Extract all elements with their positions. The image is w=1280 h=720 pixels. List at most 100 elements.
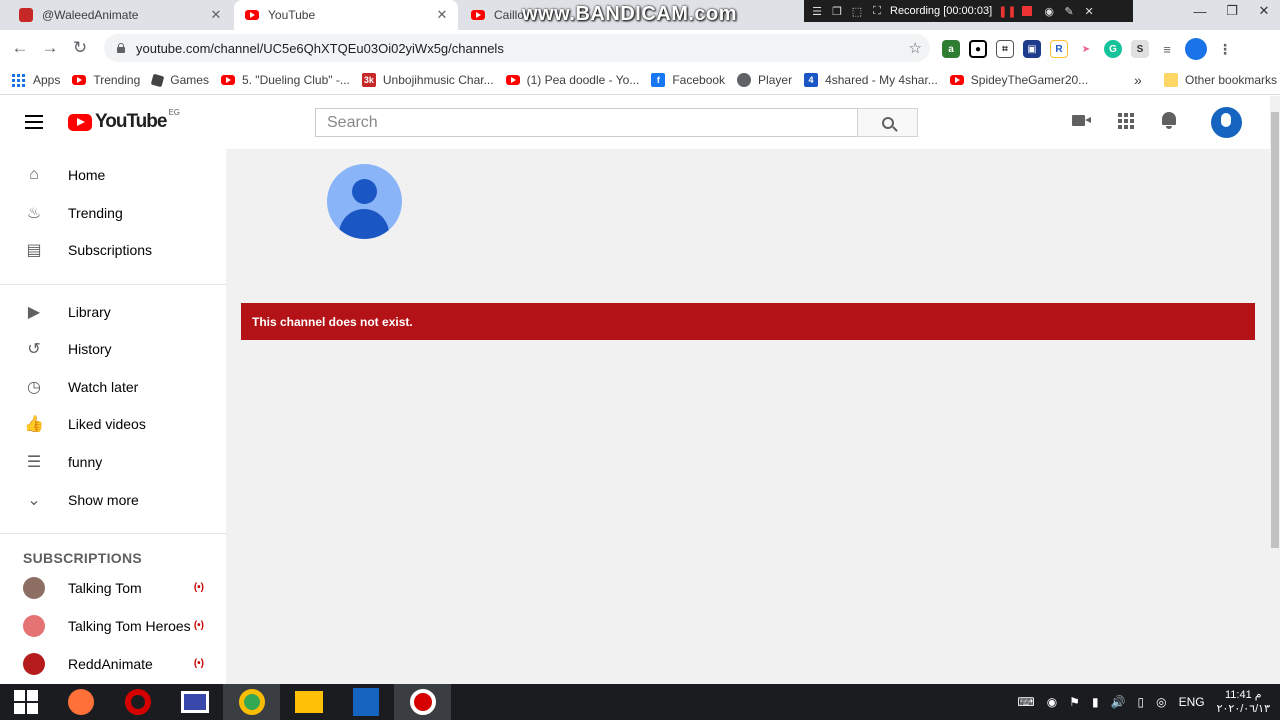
extension-a-icon[interactable]: a [942,40,960,58]
language-indicator[interactable]: ENG [1179,695,1205,709]
bookmark-facebook[interactable]: f Facebook [651,73,725,87]
screen-app-icon [180,691,209,713]
extension-screen-icon[interactable]: ▣ [1023,40,1041,58]
grammarly-icon[interactable]: G [1104,40,1122,58]
extension-crop-icon[interactable]: ⌗ [996,40,1014,58]
hamburger-menu-icon[interactable] [25,115,43,129]
volume-icon[interactable]: 🔊 [1111,695,1126,709]
sidebar-item-home[interactable]: ⌂ Home [0,156,226,193]
bookmarks-overflow-chevron[interactable]: » [1134,72,1142,88]
subscription-talking-tom[interactable]: Talking Tom (•) [0,569,226,606]
subscription-label: ReddAnimate [68,655,153,672]
taskbar-chrome[interactable] [223,684,280,720]
restore-icon[interactable]: ❐ [1216,0,1248,22]
bookmark-trending[interactable]: Trending [72,73,140,87]
lock-icon[interactable] [116,43,126,53]
scrollbar-thumb[interactable] [1271,112,1279,548]
sidebar-item-history[interactable]: ↺ History [0,330,226,367]
taskbar-file-explorer[interactable] [280,684,337,720]
close-tab-icon[interactable]: ✕ [208,7,224,23]
bookmark-spideythegamer[interactable]: SpideyTheGamer20... [949,73,1089,87]
taskbar-editor[interactable] [337,684,394,720]
search-button[interactable] [857,108,918,137]
taskbar-opera[interactable] [109,684,166,720]
extension-s-icon[interactable]: S [1131,40,1149,58]
bookmark-pea-doodle[interactable]: (1) Pea doodle - Yo... [505,73,639,87]
taskbar-screen-app[interactable] [166,684,223,720]
sidebar-item-trending[interactable]: ♨ Trending [0,194,226,231]
sidebar-item-subscriptions[interactable]: ▤ Subscriptions [0,231,226,268]
pause-icon[interactable]: ❚❚ [998,5,1016,18]
forward-arrow-icon[interactable]: → [35,33,65,63]
bookmark-other[interactable]: Other bookmarks [1164,73,1277,87]
profile-avatar[interactable] [1185,38,1207,60]
fullscreen-icon[interactable]: ⛶ [870,5,884,18]
chrome-tray-icon[interactable]: ◎ [1156,695,1166,709]
battery-icon[interactable]: ▯ [1138,695,1145,709]
account-avatar[interactable] [1211,107,1242,138]
search-input[interactable]: Search [315,108,857,137]
youtube-apps-icon[interactable] [1114,109,1136,131]
bandicam-watermark: www.BANDICAM.com [522,3,738,25]
3k-icon: 3k [361,73,376,87]
close-icon[interactable]: ✕ [1082,5,1096,18]
close-window-icon[interactable]: ✕ [1248,0,1280,22]
chrome-menu-icon[interactable]: ⋮ [1216,40,1234,58]
extension-r-icon[interactable]: R [1050,40,1068,58]
bookmark-unbojihmusic[interactable]: 3k Unbojihmusic Char... [361,73,494,87]
bookmark-4shared[interactable]: 4 4shared - My 4shar... [804,73,938,87]
home-icon: ⌂ [29,165,39,183]
sidebar-item-library[interactable]: ▶ Library [0,293,226,330]
window-icon[interactable]: ❐ [830,5,844,18]
channel-header [226,149,1270,289]
start-button[interactable] [0,684,52,720]
sidebar-item-show-more[interactable]: ⌄ Show more [0,481,226,518]
youtube-page: YouTube EG Search ⌂ Home ♨ Trending ▤ Su… [0,96,1270,684]
reload-icon[interactable]: ↻ [65,33,95,63]
extension-tag-icon[interactable]: ➤ [1077,40,1095,58]
sidebar-item-funny[interactable]: ☰ funny [0,443,226,480]
bookmark-apps[interactable]: Apps [12,73,60,87]
pencil-icon[interactable]: ✎ [1062,5,1076,18]
firefox-icon [67,689,94,715]
bookmark-games[interactable]: Games [151,73,209,87]
sidebar-item-watch-later[interactable]: ◷ Watch later [0,368,226,405]
region-icon[interactable]: ⬚ [850,5,864,18]
tab-caillou[interactable]: Caillou [460,0,530,30]
sidebar-item-label: Subscriptions [68,241,153,258]
keyboard-icon[interactable]: ⌨ [1017,695,1034,709]
taskbar-bandicam[interactable] [394,684,451,720]
subscriptions-icon: ▤ [26,241,42,259]
extension-glasses-icon[interactable]: ● [969,40,987,58]
minimize-icon[interactable]: — [1184,0,1216,22]
bookmark-dueling-club[interactable]: 5. "Dueling Club" -... [220,73,350,87]
clock[interactable]: 11:41 م ٢٠٢٠/٠٦/١٣ [1217,688,1270,716]
create-video-icon[interactable] [1070,109,1092,131]
menu-icon[interactable]: ☰ [810,5,824,18]
subscription-reddanimate[interactable]: ReddAnimate (•) [0,645,226,682]
search-icon [881,116,894,129]
address-bar[interactable]: youtube.com/channel/UC5e6QhXTQEu03Oi02yi… [104,34,930,62]
record-tray-icon[interactable]: ◉ [1047,695,1057,709]
camera-snapshot-icon[interactable]: ◉ [1042,5,1056,18]
notifications-bell-icon[interactable] [1158,109,1180,131]
tab-waleedanimate[interactable]: @WaleedAnimate ✕ [8,0,232,30]
network-icon[interactable]: ▮ [1092,695,1099,709]
bookmark-player[interactable]: Player [737,73,792,87]
back-arrow-icon[interactable]: ← [5,33,35,63]
clock-icon: ◷ [27,378,41,396]
close-tab-icon[interactable]: ✕ [434,7,450,23]
sidebar-item-liked-videos[interactable]: 👍 Liked videos [0,405,226,442]
windows-logo-icon [14,690,38,714]
flag-icon[interactable]: ⚑ [1069,695,1080,709]
subscription-talking-tom-heroes[interactable]: Talking Tom Heroes (•) [0,607,226,644]
tab-youtube[interactable]: YouTube ✕ [234,0,458,30]
youtube-logo[interactable]: YouTube EG [68,108,180,133]
page-scrollbar[interactable] [1270,96,1280,684]
taskbar-firefox[interactable] [52,684,109,720]
logo-wordmark: YouTube [95,111,167,132]
bookmark-star-icon[interactable]: ☆ [909,39,922,57]
bookmark-label: SpideyTheGamer20... [970,73,1089,87]
playlist-extension-icon[interactable]: ≡ [1158,40,1176,58]
stop-icon[interactable] [1022,6,1033,16]
